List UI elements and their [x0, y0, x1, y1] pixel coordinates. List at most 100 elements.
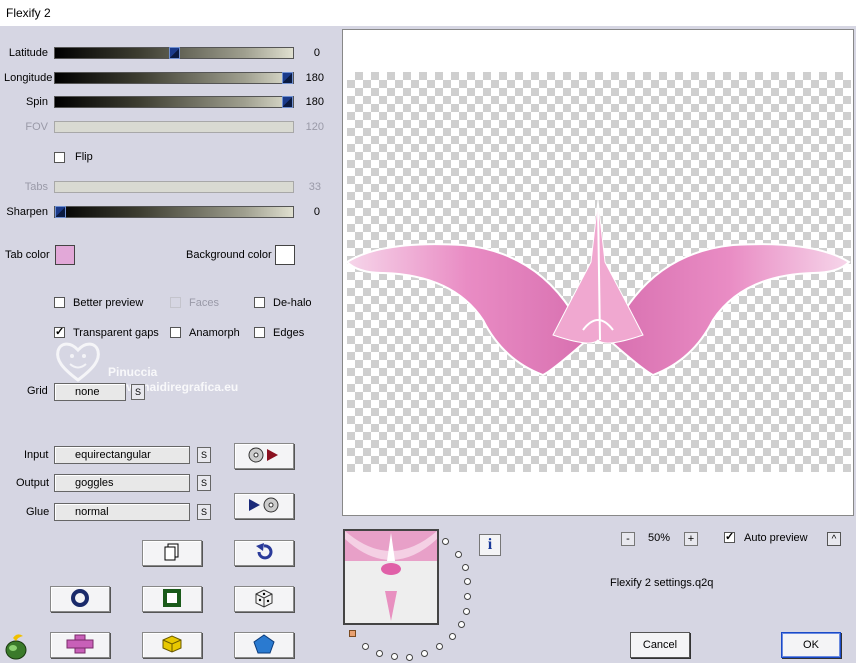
- longitude-label: Longitude: [4, 72, 53, 84]
- grid-label: Grid: [27, 385, 48, 397]
- tabs-label: Tabs: [24, 181, 48, 193]
- better-preview-checkbox[interactable]: [54, 297, 65, 308]
- input-select[interactable]: equirectangular: [54, 446, 190, 464]
- square-frame-icon: [163, 588, 181, 610]
- navigator-thumbnail[interactable]: [343, 529, 439, 625]
- load-input-button[interactable]: [234, 443, 294, 469]
- navigator-dial-dot[interactable]: [464, 578, 471, 585]
- undo-arrow-icon: [255, 542, 273, 564]
- blue-pentagon-icon: [253, 633, 275, 657]
- title-bar: Flexify 2: [0, 0, 856, 26]
- ring-button[interactable]: [50, 586, 110, 612]
- sharpen-value: 0: [313, 206, 320, 218]
- cube-button[interactable]: [142, 632, 202, 658]
- ring-icon: [71, 588, 89, 610]
- glue-select[interactable]: normal: [54, 503, 190, 521]
- faces-label: Faces: [189, 297, 219, 309]
- play-to-disc-icon: [247, 496, 281, 517]
- glue-label: Glue: [26, 506, 50, 518]
- tabs-value: 33: [308, 181, 321, 193]
- de-halo-checkbox[interactable]: [254, 297, 265, 308]
- tabs-slider: [54, 181, 294, 193]
- pink-cross-icon: [65, 634, 95, 657]
- navigator-dial-dot[interactable]: [391, 653, 398, 660]
- info-button[interactable]: i: [479, 534, 501, 556]
- navigator-dial-dot[interactable]: [464, 593, 471, 600]
- background-color-swatch[interactable]: [275, 245, 295, 265]
- navigator-dial-dot[interactable]: [462, 564, 469, 571]
- latitude-slider[interactable]: [54, 47, 294, 59]
- flip-checkbox[interactable]: [54, 152, 65, 163]
- zoom-level: 50%: [648, 532, 671, 544]
- navigator-dial-dot[interactable]: [362, 643, 369, 650]
- watermark-site: www.maidiregrafica.eu: [108, 380, 239, 394]
- sharpen-slider[interactable]: [54, 206, 294, 218]
- undo-button[interactable]: [234, 540, 294, 566]
- navigator-dial-dot[interactable]: [436, 643, 443, 650]
- window-title: Flexify 2: [6, 6, 51, 20]
- ok-button[interactable]: OK: [781, 632, 841, 658]
- glue-s-button[interactable]: S: [197, 504, 211, 520]
- grid-select[interactable]: none: [54, 383, 126, 401]
- better-preview-label: Better preview: [73, 297, 144, 309]
- random-button[interactable]: [234, 586, 294, 612]
- faces-checkbox: [170, 297, 181, 308]
- preview-panel[interactable]: [342, 29, 854, 516]
- input-s-button[interactable]: S: [197, 447, 211, 463]
- pentagon-button[interactable]: [234, 632, 294, 658]
- tab-color-swatch[interactable]: [55, 245, 75, 265]
- grid-s-button[interactable]: S: [131, 384, 145, 400]
- settings-filename: Flexify 2 settings.q2q: [610, 577, 714, 589]
- sharpen-label: Sharpen: [6, 206, 48, 218]
- longitude-value: 180: [305, 72, 324, 84]
- navigator-dial-dot[interactable]: [442, 538, 449, 545]
- zoom-out-button[interactable]: -: [621, 532, 635, 546]
- collapse-button[interactable]: ^: [827, 532, 841, 546]
- tab-color-label: Tab color: [5, 249, 50, 261]
- dice-icon: [254, 588, 274, 611]
- copy-button[interactable]: [142, 540, 202, 566]
- fov-slider: [54, 121, 294, 133]
- navigator-dial-dot[interactable]: [455, 551, 462, 558]
- background-color-label: Background color: [186, 249, 272, 261]
- spin-label: Spin: [25, 96, 48, 108]
- load-output-button[interactable]: [234, 493, 294, 519]
- longitude-slider-thumb[interactable]: [282, 72, 293, 84]
- watermark-heart-icon: [52, 338, 104, 384]
- sharpen-slider-thumb[interactable]: [55, 206, 66, 218]
- input-label: Input: [24, 449, 49, 461]
- navigator-dial-dot[interactable]: [421, 650, 428, 657]
- copy-page-icon: [164, 543, 180, 564]
- spin-value: 180: [305, 96, 324, 108]
- edges-checkbox[interactable]: [254, 327, 265, 338]
- output-label: Output: [16, 477, 50, 489]
- navigator-dial-dot[interactable]: [463, 608, 470, 615]
- cross-button[interactable]: [50, 632, 110, 658]
- frame-button[interactable]: [142, 586, 202, 612]
- navigator-dial-dot[interactable]: [406, 654, 413, 661]
- latitude-slider-thumb[interactable]: [169, 47, 180, 59]
- longitude-slider[interactable]: [54, 72, 294, 84]
- cancel-button[interactable]: Cancel: [630, 632, 690, 658]
- navigator-dial-dot[interactable]: [458, 621, 465, 628]
- spin-slider[interactable]: [54, 96, 294, 108]
- flip-label: Flip: [75, 151, 93, 163]
- auto-preview-label: Auto preview: [744, 532, 808, 544]
- navigator-dial-dot[interactable]: [376, 650, 383, 657]
- transparent-gaps-checkbox[interactable]: [54, 325, 65, 338]
- zoom-in-button[interactable]: +: [684, 532, 698, 546]
- watermark-name: Pinuccia: [108, 365, 158, 379]
- anamorph-checkbox[interactable]: [170, 327, 181, 338]
- navigator-handle[interactable]: [349, 630, 356, 637]
- yellow-cube-icon: [161, 634, 183, 657]
- auto-preview-checkbox[interactable]: [724, 530, 735, 543]
- navigator-dial-dot[interactable]: [449, 633, 456, 640]
- fov-value: 120: [305, 121, 324, 133]
- preview-render: [345, 199, 851, 377]
- spin-slider-thumb[interactable]: [282, 96, 293, 108]
- latitude-label: Latitude: [8, 47, 48, 59]
- output-s-button[interactable]: S: [197, 475, 211, 491]
- output-select[interactable]: goggles: [54, 474, 190, 492]
- fov-label: FOV: [25, 121, 48, 133]
- app-logo-icon: [3, 632, 29, 660]
